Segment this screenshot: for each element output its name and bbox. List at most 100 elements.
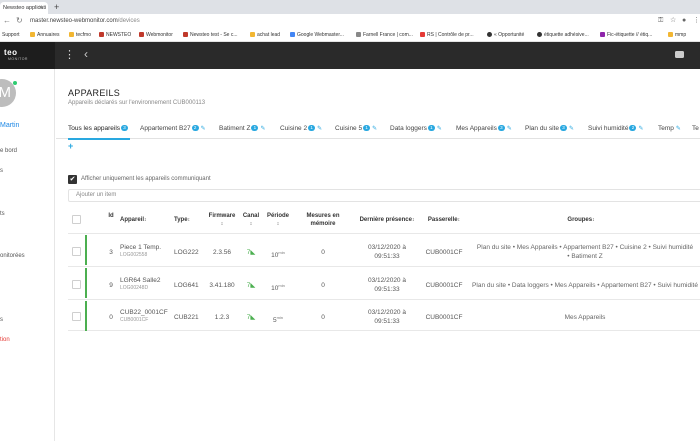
column-header-firmware[interactable]: Firmware ↕ [206,212,238,228]
column-header-groupes[interactable]: Groupes↕ [556,216,606,224]
sort-icon[interactable]: ↕ [144,217,147,223]
cell-groupes: Plan du site • Mes Appareils • Apparteme… [476,244,694,260]
row-checkbox[interactable] [72,247,81,256]
column-header-canal[interactable]: Canal ↕ [240,212,262,228]
column-header-type[interactable]: Type↕ [174,216,196,224]
reload-icon[interactable]: ↻ [16,16,23,26]
cell-type: LOG222 [174,249,199,256]
star-icon[interactable]: ☆ [670,16,676,26]
sort-icon[interactable]: ↕ [221,221,224,227]
sidebar-item-devices[interactable]: s [0,168,3,174]
video-icon[interactable] [675,51,684,58]
menu-icon[interactable]: ⋮ [693,16,700,26]
cell-periode: 10min [271,250,285,259]
pencil-icon[interactable]: ✎ [372,126,377,132]
pencil-icon[interactable]: ✎ [437,126,442,132]
tab-cuisine-2[interactable]: Cuisine 2 1 ✎ [280,125,322,132]
sort-icon[interactable]: ↕ [592,217,595,223]
bookmark-item[interactable]: « Opportunité [487,28,524,41]
column-header-id[interactable]: Id [106,212,116,220]
url-field[interactable]: master.newsteo-webmonitor.com/devices [30,16,140,26]
count-badge: 3 [121,125,129,131]
count-badge: 1 [363,125,371,131]
device-name[interactable]: LGR64 Salle2 [120,277,160,284]
communicating-only-checkbox[interactable]: ✔ [68,175,77,184]
sidebar-item-dashboard[interactable]: e bord [0,148,17,154]
cell-groupes: Mes Appareils [564,314,606,321]
select-all-checkbox[interactable] [72,215,81,224]
sort-icon[interactable]: ↕ [188,217,191,223]
tab-suivi-humidite[interactable]: Suivi humidité 2 ✎ [588,125,644,132]
pencil-icon[interactable]: ✎ [569,126,574,132]
add-group-button[interactable]: + [68,141,73,151]
pencil-icon[interactable]: ✎ [507,126,512,132]
communicating-only-label: Afficher uniquement les appareils commun… [81,176,211,182]
sort-icon[interactable]: ↕ [250,221,253,227]
bookmark-item[interactable]: Fic-étiquette // étiq... [600,28,652,41]
tab-appartement-b27[interactable]: Appartement B27 2 ✎ [140,125,206,132]
signal-icon: ◣ [250,314,256,321]
bookmark-item[interactable]: RS | Contrôle de pr... [420,28,474,41]
bookmark-item[interactable]: NEWSTEO [99,28,131,41]
device-name[interactable]: Piece 1 Temp. [120,244,161,251]
sidebar-item-settings[interactable]: s [0,317,3,323]
column-header-mesures[interactable]: Mesures en mémoire [302,212,344,228]
sort-icon[interactable]: ↕ [277,221,280,227]
column-header-passerelle[interactable]: Passerelle↕ [424,216,464,224]
sidebar-item-monitored[interactable]: onitorées [0,253,25,259]
back-arrow-icon[interactable]: ← [3,16,11,26]
tab-cuisine-5[interactable]: Cuisine 5 1 ✎ [335,125,377,132]
pencil-icon[interactable]: ✎ [260,126,265,132]
browser-tab[interactable]: Newsteo applicati × [0,2,48,14]
bookmarks-bar: Support Annuaires tecfmo NEWSTEO Webmoni… [0,28,700,42]
bookmark-item[interactable]: Newsteo test - Se c... [183,28,238,41]
sidebar-item-logout[interactable]: tion [0,337,10,343]
row-status-bar [85,268,87,298]
add-item-input[interactable]: Ajouter un item [68,189,700,202]
bookmark-item[interactable]: Farnell France | com... [356,28,413,41]
key-icon[interactable]: ⚿ [658,16,663,26]
cell-canal: 7◣ [246,249,256,256]
bookmark-item[interactable]: étiquette adhésive... [537,28,589,41]
sort-icon[interactable]: ↕ [458,217,461,223]
bookmark-item[interactable]: Annuaires [30,28,60,41]
tab-plan-du-site[interactable]: Plan du site 3 ✎ [525,125,574,132]
pencil-icon[interactable]: ✎ [638,126,643,132]
chevron-left-icon[interactable]: ‹ [84,47,88,61]
kebab-menu-icon[interactable]: ⋮ [64,48,75,62]
user-icon[interactable]: ● [682,16,686,26]
new-tab-button[interactable]: + [54,2,59,12]
user-name[interactable]: Martin [0,122,19,129]
device-name[interactable]: CUB22_0001CF [120,309,168,316]
column-header-appareil[interactable]: Appareil↕ [120,216,164,224]
tab-mes-appareils[interactable]: Mes Appareils 3 ✎ [456,125,512,132]
cell-mesures: 0 [321,249,325,256]
row-checkbox[interactable] [72,280,81,289]
tab-all-devices[interactable]: Tous les appareils 3 [68,125,129,132]
close-icon[interactable]: × [39,5,43,11]
device-serial: LOG002558 [120,252,148,258]
bookmark-item[interactable]: Support [2,28,20,41]
tab-data-loggers[interactable]: Data loggers 1 ✎ [390,125,442,132]
cell-appareil[interactable]: LGR64 Salle2 LOG00248D [120,276,160,292]
column-header-derniere[interactable]: Dernière présence↕ [354,216,420,224]
tab-temp[interactable]: Temp ✎ [658,125,681,132]
pencil-icon[interactable]: ✎ [317,126,322,132]
bookmark-item[interactable]: Google Webmaster... [290,28,344,41]
site-icon [139,32,144,37]
sidebar-item-reports[interactable]: ts [0,211,5,217]
cell-appareil[interactable]: Piece 1 Temp. LOG002558 [120,243,161,259]
pencil-icon[interactable]: ✎ [676,126,681,132]
bookmark-item[interactable]: Webmonitor [139,28,173,41]
bookmark-item[interactable]: mmp [668,28,686,41]
bookmark-item[interactable]: tecfmo [69,28,91,41]
row-checkbox[interactable] [72,312,81,321]
column-header-periode[interactable]: Période ↕ [264,212,292,228]
cell-appareil[interactable]: CUB22_0001CF CUB0001CF [120,308,168,324]
tab-batiment-z[interactable]: Batiment Z 1 ✎ [219,125,265,132]
pencil-icon[interactable]: ✎ [201,126,206,132]
bookmark-item[interactable]: achat lead [250,28,280,41]
sort-icon[interactable]: ↕ [412,217,415,223]
cell-derniere: 03/12/2020 à 09:51:33 [368,309,406,325]
tab-te[interactable]: Te [692,125,699,132]
